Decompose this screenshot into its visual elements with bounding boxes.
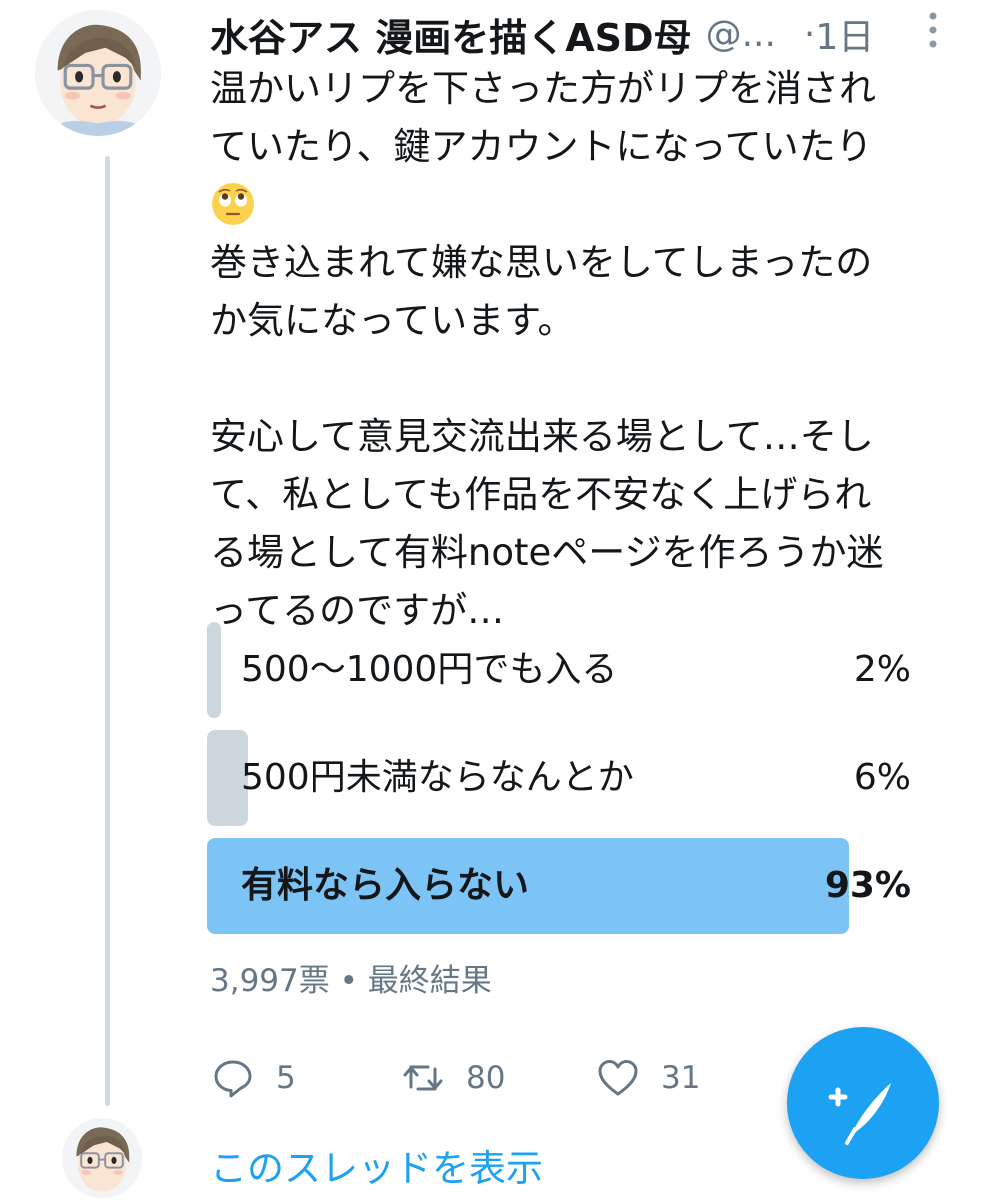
poll-option: 500〜1000円でも入る 2% <box>207 622 911 718</box>
tweet-text-line: 巻き込まれて嫌な思いをしてしまったの <box>210 241 873 284</box>
thread-author-avatar[interactable] <box>62 1118 142 1198</box>
tweet-emoji-line <box>210 176 960 234</box>
tweet-actions-bar: 5 80 31 <box>210 1050 775 1106</box>
tweet-timestamp[interactable]: 1日 <box>815 8 874 60</box>
poll-option-percent: 2% <box>853 649 911 690</box>
tweet-text-line: る場として有料noteページを作ろうか迷 <box>210 531 884 574</box>
tweet-text-line: て、私としても作品を不安なく上げられ <box>210 473 872 516</box>
reply-icon <box>214 1060 252 1098</box>
poll-option-label: 500円未満ならなんとか <box>241 757 634 798</box>
compose-tweet-button[interactable] <box>787 1027 939 1179</box>
compose-tweet-icon <box>828 1083 891 1145</box>
like-button[interactable]: 31 <box>595 1055 775 1101</box>
poll-vote-count: 3,997票 <box>210 963 330 999</box>
poll-option-label: 500〜1000円でも入る <box>241 649 618 690</box>
thread-connector-line <box>105 156 110 1106</box>
poll-option: 500円未満ならなんとか 6% <box>207 730 911 826</box>
poll-option-percent: 6% <box>853 757 911 798</box>
author-display-name[interactable]: 水谷アス 漫画を描くASD母 <box>210 7 692 62</box>
tweet-text-line: ていたり、鍵アカウントになっていたり <box>210 125 873 168</box>
tweet-text: 温かいリプを下さった方がリプを消され ていたり、鍵アカウントになっていたり 巻き… <box>210 60 960 640</box>
author-handle[interactable]: @... <box>706 14 776 55</box>
poll-meta-separator: • <box>339 963 358 999</box>
header-separator: · <box>803 13 816 55</box>
poll-option-percent: 93% <box>824 865 911 906</box>
retweet-button[interactable]: 80 <box>400 1055 595 1101</box>
like-count: 31 <box>661 1060 701 1096</box>
poll-option-winner: 有料なら入らない 93% <box>207 838 911 934</box>
reply-button[interactable]: 5 <box>210 1055 400 1101</box>
poll-result-bar <box>207 622 221 718</box>
poll-option-label: 有料なら入らない <box>241 865 530 906</box>
retweet-count: 80 <box>466 1060 506 1096</box>
avatar-illustration <box>62 1118 142 1198</box>
retweet-icon <box>403 1065 443 1091</box>
face-with-rolling-eyes-emoji-icon <box>212 182 254 225</box>
reply-count: 5 <box>276 1060 296 1096</box>
tweet-header: 水谷アス 漫画を描くASD母 @... · 1日 <box>210 4 965 64</box>
more-vertical-icon[interactable] <box>922 8 944 52</box>
author-avatar[interactable] <box>35 10 161 136</box>
poll-status: 最終結果 <box>367 963 492 999</box>
show-thread-link[interactable]: このスレッドを表示 <box>210 1138 543 1192</box>
tweet-text-line: 温かいリプを下さった方がリプを消され <box>210 67 876 110</box>
avatar-illustration <box>35 10 161 136</box>
heart-icon <box>598 1060 638 1096</box>
tweet-text-line: 安心して意見交流出来る場として…そし <box>210 415 874 458</box>
tweet-text-line: か気になっています。 <box>210 299 575 342</box>
poll-summary: 3,997票 • 最終結果 <box>210 955 492 1000</box>
